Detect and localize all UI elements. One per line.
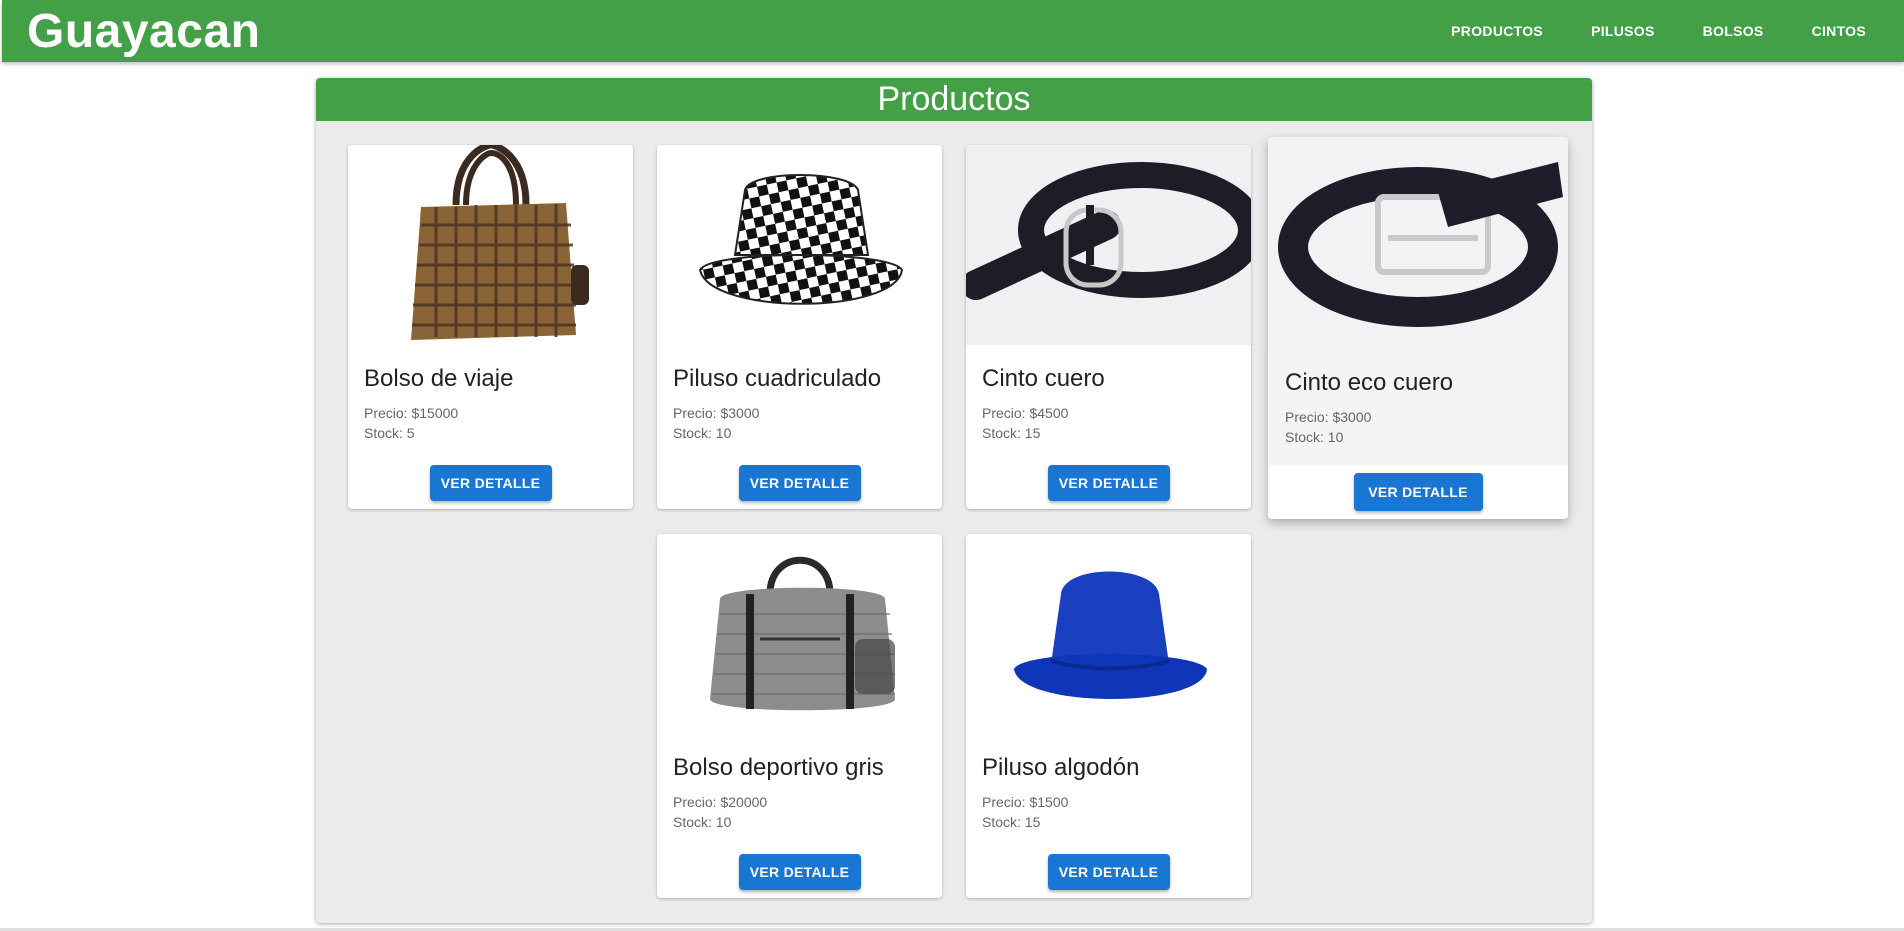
nav-bolsos[interactable]: BOLSOS bbox=[1679, 0, 1788, 62]
brand-logo[interactable]: Guayacan bbox=[2, 4, 260, 59]
products-panel: Productos Bolso de viaje Precio: $15000 … bbox=[316, 78, 1592, 923]
leather-belt-image[interactable] bbox=[966, 145, 1251, 345]
ver-detalle-button[interactable]: VER DETALLE bbox=[1353, 473, 1483, 511]
ver-detalle-button[interactable]: VER DETALLE bbox=[738, 465, 861, 501]
product-card: Bolso deportivo gris Precio: $20000 Stoc… bbox=[657, 534, 942, 898]
product-name: Bolso de viaje bbox=[364, 365, 514, 392]
checkered-hat-image[interactable] bbox=[657, 145, 942, 345]
product-name: Cinto cuero bbox=[982, 365, 1105, 392]
product-stock: Stock: 10 bbox=[673, 814, 732, 830]
product-price: Precio: $4500 bbox=[982, 405, 1069, 421]
product-card: Cinto eco cuero Precio: $3000 Stock: 10 … bbox=[1268, 137, 1568, 519]
blue-hat-image[interactable] bbox=[966, 534, 1251, 734]
product-stock: Stock: 5 bbox=[364, 425, 415, 441]
product-name: Piluso cuadriculado bbox=[673, 365, 882, 392]
panel-title: Productos bbox=[316, 78, 1592, 121]
product-card: Piluso cuadriculado Precio: $3000 Stock:… bbox=[657, 145, 942, 509]
eco-leather-belt-image[interactable] bbox=[1268, 137, 1568, 347]
product-name: Bolso deportivo gris bbox=[673, 754, 884, 781]
product-card: Cinto cuero Precio: $4500 Stock: 15 VER … bbox=[966, 145, 1251, 509]
product-price: Precio: $3000 bbox=[1285, 409, 1372, 425]
product-card: Bolso de viaje Precio: $15000 Stock: 5 V… bbox=[348, 145, 633, 509]
ver-detalle-button[interactable]: VER DETALLE bbox=[738, 854, 861, 890]
product-stock: Stock: 15 bbox=[982, 814, 1041, 830]
product-price: Precio: $1500 bbox=[982, 794, 1069, 810]
nav-productos[interactable]: PRODUCTOS bbox=[1427, 0, 1567, 62]
sport-bag-image[interactable] bbox=[657, 534, 942, 734]
ver-detalle-button[interactable]: VER DETALLE bbox=[429, 465, 552, 501]
ver-detalle-button[interactable]: VER DETALLE bbox=[1047, 854, 1170, 890]
ver-detalle-button[interactable]: VER DETALLE bbox=[1047, 465, 1170, 501]
product-stock: Stock: 10 bbox=[1285, 429, 1344, 445]
product-price: Precio: $15000 bbox=[364, 405, 459, 421]
product-price: Precio: $3000 bbox=[673, 405, 760, 421]
nav-pilusos[interactable]: PILUSOS bbox=[1567, 0, 1679, 62]
product-name: Piluso algodón bbox=[982, 754, 1140, 781]
product-card: Piluso algodón Precio: $1500 Stock: 15 V… bbox=[966, 534, 1251, 898]
product-stock: Stock: 15 bbox=[982, 425, 1041, 441]
product-stock: Stock: 10 bbox=[673, 425, 732, 441]
nav-cintos[interactable]: CINTOS bbox=[1788, 0, 1890, 62]
travel-bag-image[interactable] bbox=[348, 145, 633, 345]
main-nav: PRODUCTOS PILUSOS BOLSOS CINTOS bbox=[1427, 0, 1904, 62]
product-price: Precio: $20000 bbox=[673, 794, 768, 810]
app-bar: Guayacan PRODUCTOS PILUSOS BOLSOS CINTOS bbox=[2, 0, 1904, 62]
product-name: Cinto eco cuero bbox=[1285, 369, 1454, 396]
